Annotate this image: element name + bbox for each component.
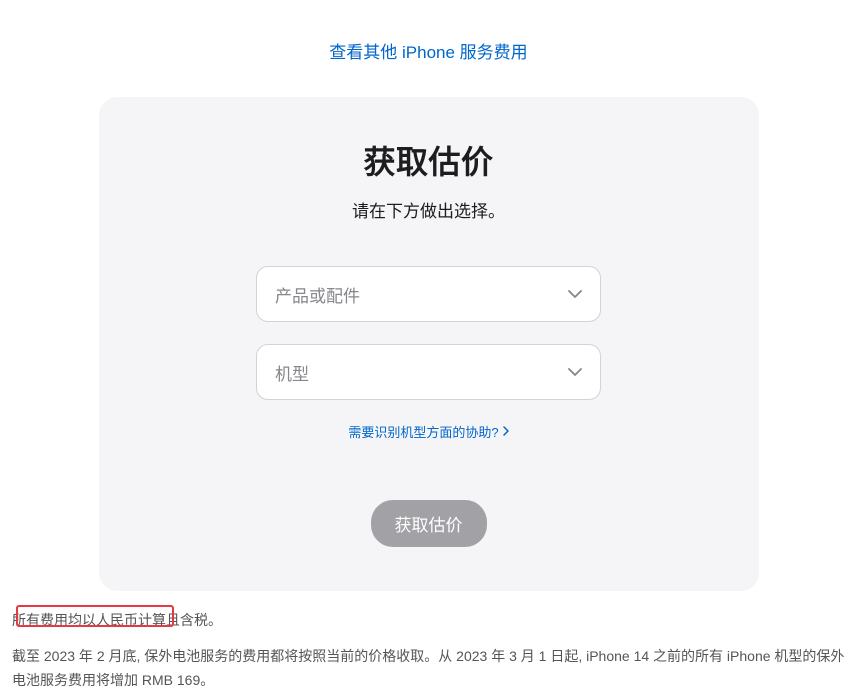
model-select-wrap: 机型 — [256, 344, 601, 400]
model-select-label: 机型 — [275, 360, 309, 385]
chevron-right-icon — [503, 424, 509, 439]
product-select-wrap: 产品或配件 — [256, 266, 601, 322]
chevron-down-icon — [568, 285, 582, 303]
help-link-label: 需要识别机型方面的协助? — [348, 422, 498, 441]
footer-note-2: 截至 2023 年 2 月底, 保外电池服务的费用都将按照当前的价格收取。从 2… — [12, 645, 845, 693]
get-estimate-button[interactable]: 获取估价 — [371, 500, 487, 547]
model-select[interactable]: 机型 — [256, 344, 601, 400]
top-link[interactable]: 查看其他 iPhone 服务费用 — [0, 0, 857, 63]
product-select[interactable]: 产品或配件 — [256, 266, 601, 322]
estimate-card: 获取估价 请在下方做出选择。 产品或配件 机型 需要识别机型方面的协助? 获取估… — [99, 97, 759, 591]
product-select-label: 产品或配件 — [275, 282, 360, 307]
card-subtitle: 请在下方做出选择。 — [139, 197, 719, 222]
help-link[interactable]: 需要识别机型方面的协助? — [348, 422, 508, 441]
chevron-down-icon — [568, 363, 582, 381]
footer-note-1: 所有费用均以人民币计算且含税。 — [12, 609, 845, 631]
card-title: 获取估价 — [139, 137, 719, 183]
